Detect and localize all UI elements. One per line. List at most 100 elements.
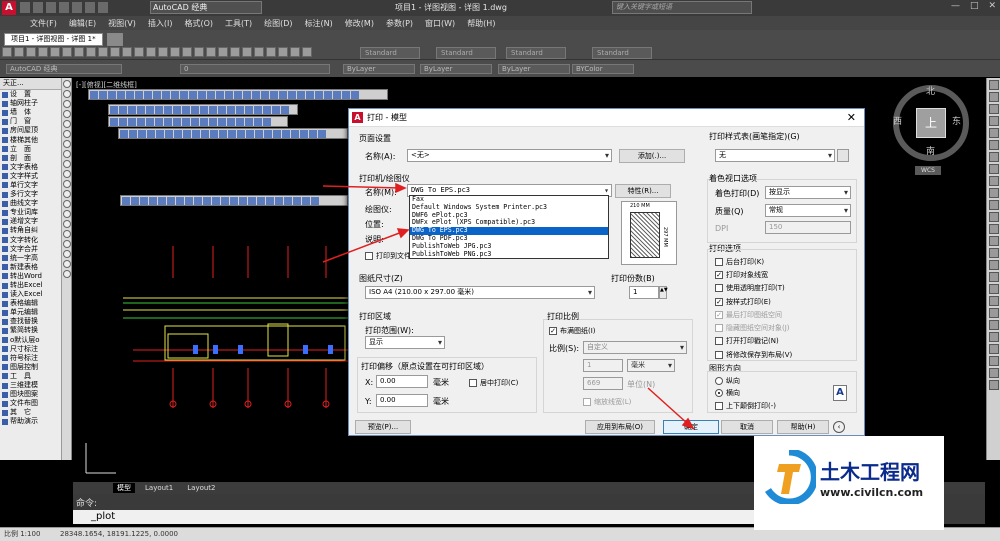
tool-icon[interactable] — [263, 106, 271, 114]
tool-icon[interactable] — [147, 130, 155, 138]
tool-icon[interactable] — [38, 47, 48, 57]
tool-icon[interactable] — [989, 236, 999, 246]
layer-select[interactable]: 0 — [180, 64, 330, 74]
palette-item[interactable]: 帮助演示 — [0, 417, 61, 426]
plot-option-checkbox[interactable]: 后台打印(K) — [715, 255, 792, 268]
palette-item[interactable]: 文件布图 — [0, 399, 61, 408]
tool-icon[interactable] — [63, 90, 71, 98]
tool-icon[interactable] — [149, 197, 157, 205]
tool-icon[interactable] — [261, 91, 269, 99]
tool-icon[interactable] — [989, 104, 999, 114]
palette-item[interactable]: 文字样式 — [0, 172, 61, 181]
tool-icon[interactable] — [206, 47, 216, 57]
plot-style-select[interactable]: 无 — [715, 149, 835, 162]
palette-item[interactable]: 文字合并 — [0, 245, 61, 254]
palette-item[interactable]: 转角自纠 — [0, 226, 61, 235]
tool-icon[interactable] — [278, 47, 288, 57]
tool-icon[interactable] — [182, 118, 190, 126]
tool-icon[interactable] — [989, 368, 999, 378]
edit-style-icon[interactable] — [837, 149, 849, 162]
tool-icon[interactable] — [110, 118, 118, 126]
mleader-style-select[interactable]: Standard — [592, 47, 652, 59]
new-tab-button[interactable] — [106, 33, 123, 46]
tool-icon[interactable] — [254, 118, 262, 126]
tool-icon[interactable] — [242, 47, 252, 57]
palette-item[interactable]: 读入Excel — [0, 290, 61, 299]
tool-icon[interactable] — [989, 152, 999, 162]
undo-icon[interactable] — [85, 2, 95, 13]
tool-icon[interactable] — [255, 130, 263, 138]
offset-x-input[interactable]: 0.00 — [376, 375, 428, 388]
workspace-select-2[interactable]: AutoCAD 经典 — [6, 64, 122, 74]
tool-icon[interactable] — [302, 47, 312, 57]
tool-icon[interactable] — [236, 118, 244, 126]
preview-button[interactable]: 预览(P)... — [355, 420, 411, 434]
tool-icon[interactable] — [63, 180, 71, 188]
tool-icon[interactable] — [165, 130, 173, 138]
scale-lineweights-checkbox[interactable]: 缩放线宽(L) — [583, 397, 631, 407]
palette-item[interactable]: 剖 面 — [0, 154, 61, 163]
tool-icon[interactable] — [63, 240, 71, 248]
palette-item[interactable]: 三维建模 — [0, 381, 61, 390]
saveas-icon[interactable] — [59, 2, 69, 13]
tool-icon[interactable] — [989, 116, 999, 126]
tool-icon[interactable] — [86, 47, 96, 57]
plotter-properties-button[interactable]: 特性(R)... — [615, 184, 671, 198]
tool-icon[interactable] — [63, 270, 71, 278]
tool-icon[interactable] — [248, 197, 256, 205]
tool-icon[interactable] — [182, 47, 192, 57]
palette-item[interactable]: 曲线文字 — [0, 199, 61, 208]
tool-icon[interactable] — [63, 160, 71, 168]
tool-icon[interactable] — [989, 356, 999, 366]
tool-icon[interactable] — [989, 140, 999, 150]
tool-icon[interactable] — [270, 91, 278, 99]
tool-icon[interactable] — [989, 92, 999, 102]
palette-item[interactable]: 繁简转换 — [0, 326, 61, 335]
tool-icon[interactable] — [135, 91, 143, 99]
tool-icon[interactable] — [227, 118, 235, 126]
menu-edit[interactable]: 编辑(E) — [69, 18, 96, 29]
tool-icon[interactable] — [63, 80, 71, 88]
landscape-radio[interactable]: 横向 — [715, 388, 740, 398]
tool-icon[interactable] — [324, 91, 332, 99]
close-button[interactable]: ✕ — [988, 1, 996, 11]
tool-icon[interactable] — [99, 91, 107, 99]
tool-icon[interactable] — [293, 197, 301, 205]
offset-y-input[interactable]: 0.00 — [376, 394, 428, 407]
save-icon[interactable] — [46, 2, 56, 13]
menu-draw[interactable]: 绘图(D) — [264, 18, 292, 29]
tool-icon[interactable] — [137, 106, 145, 114]
palette-item[interactable]: 轴网柱子 — [0, 99, 61, 108]
palette-item[interactable]: 尺寸标注 — [0, 345, 61, 354]
page-setup-select[interactable]: <无> — [407, 149, 612, 162]
redo-icon[interactable] — [98, 2, 108, 13]
menu-format[interactable]: 格式(O) — [184, 18, 213, 29]
tool-icon[interactable] — [218, 118, 226, 126]
tool-icon[interactable] — [128, 106, 136, 114]
menu-file[interactable]: 文件(F) — [30, 18, 57, 29]
print-icon[interactable] — [72, 2, 82, 13]
plot-option-checkbox[interactable]: 将修改保存到布局(V) — [715, 348, 792, 361]
tool-icon[interactable] — [110, 47, 120, 57]
palette-item[interactable]: 转出Excel — [0, 281, 61, 290]
plot-option-checkbox[interactable]: 打开打印戳记(N) — [715, 335, 792, 348]
dim-style-select[interactable]: Standard — [436, 47, 496, 59]
tool-icon[interactable] — [189, 91, 197, 99]
tool-icon[interactable] — [137, 118, 145, 126]
shade-plot-select[interactable]: 按显示 — [765, 186, 851, 199]
tool-icon[interactable] — [98, 47, 108, 57]
tool-icon[interactable] — [134, 47, 144, 57]
tool-icon[interactable] — [201, 130, 209, 138]
scale-select[interactable]: 自定义 — [583, 341, 687, 354]
tool-icon[interactable] — [14, 47, 24, 57]
tab-layout2[interactable]: Layout2 — [183, 483, 219, 493]
tool-icon[interactable] — [272, 106, 280, 114]
tool-icon[interactable] — [90, 91, 98, 99]
menu-parameter[interactable]: 参数(P) — [386, 18, 413, 29]
tool-icon[interactable] — [230, 47, 240, 57]
tool-icon[interactable] — [221, 197, 229, 205]
tool-icon[interactable] — [117, 91, 125, 99]
tool-icon[interactable] — [200, 118, 208, 126]
fit-to-paper-checkbox[interactable]: ✓ 布满图纸(I) — [549, 326, 596, 336]
tool-icon[interactable] — [209, 118, 217, 126]
